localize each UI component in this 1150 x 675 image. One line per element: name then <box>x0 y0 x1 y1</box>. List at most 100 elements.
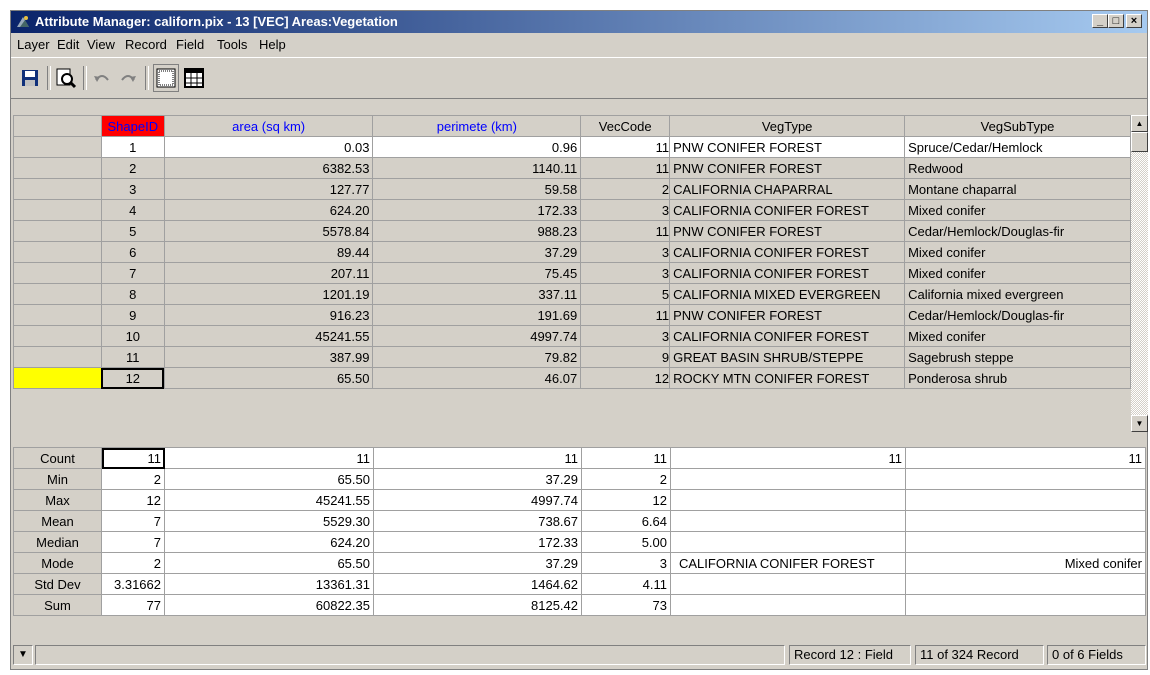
stats-cell[interactable]: Mixed conifer <box>905 552 1146 574</box>
table-cell[interactable]: 207.11 <box>163 262 374 284</box>
stats-cell[interactable]: CALIFORNIA CONIFER FOREST <box>670 552 906 574</box>
table-cell[interactable]: 3 <box>580 241 671 263</box>
table-cell[interactable]: Ponderosa shrub <box>904 367 1131 389</box>
row-selector[interactable] <box>13 325 102 347</box>
table-cell[interactable]: ROCKY MTN CONIFER FOREST <box>669 367 906 389</box>
save-icon[interactable] <box>17 64 43 92</box>
row-selector[interactable] <box>13 241 102 263</box>
table-row[interactable]: 11 387.99 79.82 9 GREAT BASIN SHRUB/STEPPE Sa… <box>13 346 1131 368</box>
record-view-icon[interactable] <box>153 64 179 92</box>
table-row[interactable]: 1 0.03 0.96 11 PNW CONIFER FOREST Spruce/Ceda… <box>13 136 1131 158</box>
scroll-up-button[interactable]: ▲ <box>1131 115 1148 132</box>
table-row[interactable]: 6 89.44 37.29 3 CALIFORNIA CONIFER FOREST Mix… <box>13 241 1131 263</box>
row-selector[interactable] <box>13 178 102 200</box>
stats-cell[interactable] <box>670 489 906 511</box>
table-row[interactable]: 5 5578.84 988.23 11 PNW CONIFER FOREST Cedar/… <box>13 220 1131 242</box>
table-cell[interactable]: 37.29 <box>372 241 582 263</box>
table-cell[interactable]: 624.20 <box>163 199 374 221</box>
table-cell[interactable]: Montane chaparral <box>904 178 1131 200</box>
status-dropdown-icon[interactable]: ▼ <box>13 645 33 665</box>
table-cell[interactable]: 5578.84 <box>163 220 374 242</box>
stats-cell[interactable] <box>905 594 1146 616</box>
table-cell[interactable]: CALIFORNIA CHAPARRAL <box>669 178 906 200</box>
column-header[interactable]: perimete (km) <box>372 115 582 137</box>
table-cell[interactable]: 191.69 <box>372 304 582 326</box>
table-cell[interactable]: 1140.11 <box>372 157 582 179</box>
stats-cell[interactable]: 3 <box>581 552 671 574</box>
grid-corner[interactable] <box>13 115 102 137</box>
table-cell[interactable]: 172.33 <box>372 199 582 221</box>
menu-record[interactable]: Record <box>125 37 167 52</box>
table-cell[interactable]: 6382.53 <box>163 157 374 179</box>
stats-cell[interactable] <box>670 510 906 532</box>
table-cell[interactable]: 11 <box>580 136 671 158</box>
row-selector[interactable] <box>13 283 102 305</box>
table-cell[interactable]: Mixed conifer <box>904 325 1131 347</box>
menu-edit[interactable]: Edit <box>57 37 79 52</box>
table-cell[interactable]: 4 <box>100 199 165 221</box>
row-selector[interactable] <box>13 157 102 179</box>
undo-icon[interactable] <box>89 64 115 92</box>
row-selector[interactable] <box>13 262 102 284</box>
stats-cell[interactable]: 37.29 <box>373 552 582 574</box>
stats-cell[interactable]: 3.31662 <box>101 573 165 595</box>
table-cell[interactable]: 8 <box>100 283 165 305</box>
stats-cell[interactable] <box>905 468 1146 490</box>
table-cell[interactable]: 3 <box>100 178 165 200</box>
table-cell[interactable]: 337.11 <box>372 283 582 305</box>
table-cell[interactable]: PNW CONIFER FOREST <box>669 157 906 179</box>
stats-cell[interactable] <box>670 573 906 595</box>
table-cell[interactable]: 6 <box>100 241 165 263</box>
menu-tools[interactable]: Tools <box>217 37 247 52</box>
row-selector[interactable] <box>13 220 102 242</box>
row-selector[interactable] <box>13 367 102 389</box>
table-row[interactable]: 12 65.50 46.07 12 ROCKY MTN CONIFER FOREST Po… <box>13 367 1131 389</box>
stats-cell[interactable]: 7 <box>101 531 165 553</box>
table-cell[interactable]: 12 <box>580 367 671 389</box>
stats-cell[interactable]: 65.50 <box>164 552 374 574</box>
stats-cell[interactable]: 624.20 <box>164 531 374 553</box>
table-cell[interactable]: CALIFORNIA CONIFER FOREST <box>669 262 906 284</box>
menu-view[interactable]: View <box>87 37 115 52</box>
table-cell[interactable]: 9 <box>580 346 671 368</box>
table-cell[interactable]: Mixed conifer <box>904 241 1131 263</box>
table-cell[interactable]: 11 <box>100 346 165 368</box>
stats-cell[interactable]: 12 <box>581 489 671 511</box>
table-row[interactable]: 7 207.11 75.45 3 CALIFORNIA CONIFER FOREST Mi… <box>13 262 1131 284</box>
table-cell[interactable]: 89.44 <box>163 241 374 263</box>
table-cell[interactable]: 46.07 <box>372 367 582 389</box>
table-cell[interactable]: 3 <box>580 199 671 221</box>
stats-cell[interactable] <box>670 594 906 616</box>
stats-cell[interactable]: 11 <box>905 447 1146 469</box>
stats-cell[interactable]: 12 <box>101 489 165 511</box>
table-cell[interactable]: 0.96 <box>372 136 582 158</box>
table-cell[interactable]: PNW CONIFER FOREST <box>669 136 906 158</box>
table-cell[interactable]: 59.58 <box>372 178 582 200</box>
row-selector[interactable] <box>13 346 102 368</box>
table-cell[interactable]: 11 <box>580 304 671 326</box>
stats-cell[interactable] <box>905 573 1146 595</box>
stats-cell[interactable]: 2 <box>101 468 165 490</box>
stats-cell[interactable]: 60822.35 <box>164 594 374 616</box>
table-cell[interactable]: GREAT BASIN SHRUB/STEPPE <box>669 346 906 368</box>
table-cell[interactable]: Cedar/Hemlock/Douglas-fir <box>904 304 1131 326</box>
table-row[interactable]: 2 6382.53 1140.11 11 PNW CONIFER FOREST Redwo… <box>13 157 1131 179</box>
redo-icon[interactable] <box>115 64 141 92</box>
stats-cell[interactable]: 8125.42 <box>373 594 582 616</box>
table-cell[interactable]: California mixed evergreen <box>904 283 1131 305</box>
table-cell[interactable]: CALIFORNIA CONIFER FOREST <box>669 325 906 347</box>
menu-field[interactable]: Field <box>176 37 204 52</box>
row-selector[interactable] <box>13 136 102 158</box>
stats-cell[interactable]: 738.67 <box>373 510 582 532</box>
table-cell[interactable]: 3 <box>580 325 671 347</box>
table-cell[interactable]: 45241.55 <box>163 325 374 347</box>
table-row[interactable]: 9 916.23 191.69 11 PNW CONIFER FOREST Cedar/H… <box>13 304 1131 326</box>
stats-cell[interactable]: 11 <box>581 447 671 469</box>
table-row[interactable]: 8 1201.19 337.11 5 CALIFORNIA MIXED EVERGREE… <box>13 283 1131 305</box>
column-header[interactable]: area (sq km) <box>163 115 374 137</box>
minimize-button[interactable]: _ <box>1092 14 1108 28</box>
table-cell[interactable]: 12 <box>100 367 165 389</box>
stats-cell[interactable]: 2 <box>581 468 671 490</box>
table-cell[interactable]: 10 <box>100 325 165 347</box>
table-cell[interactable]: 5 <box>100 220 165 242</box>
